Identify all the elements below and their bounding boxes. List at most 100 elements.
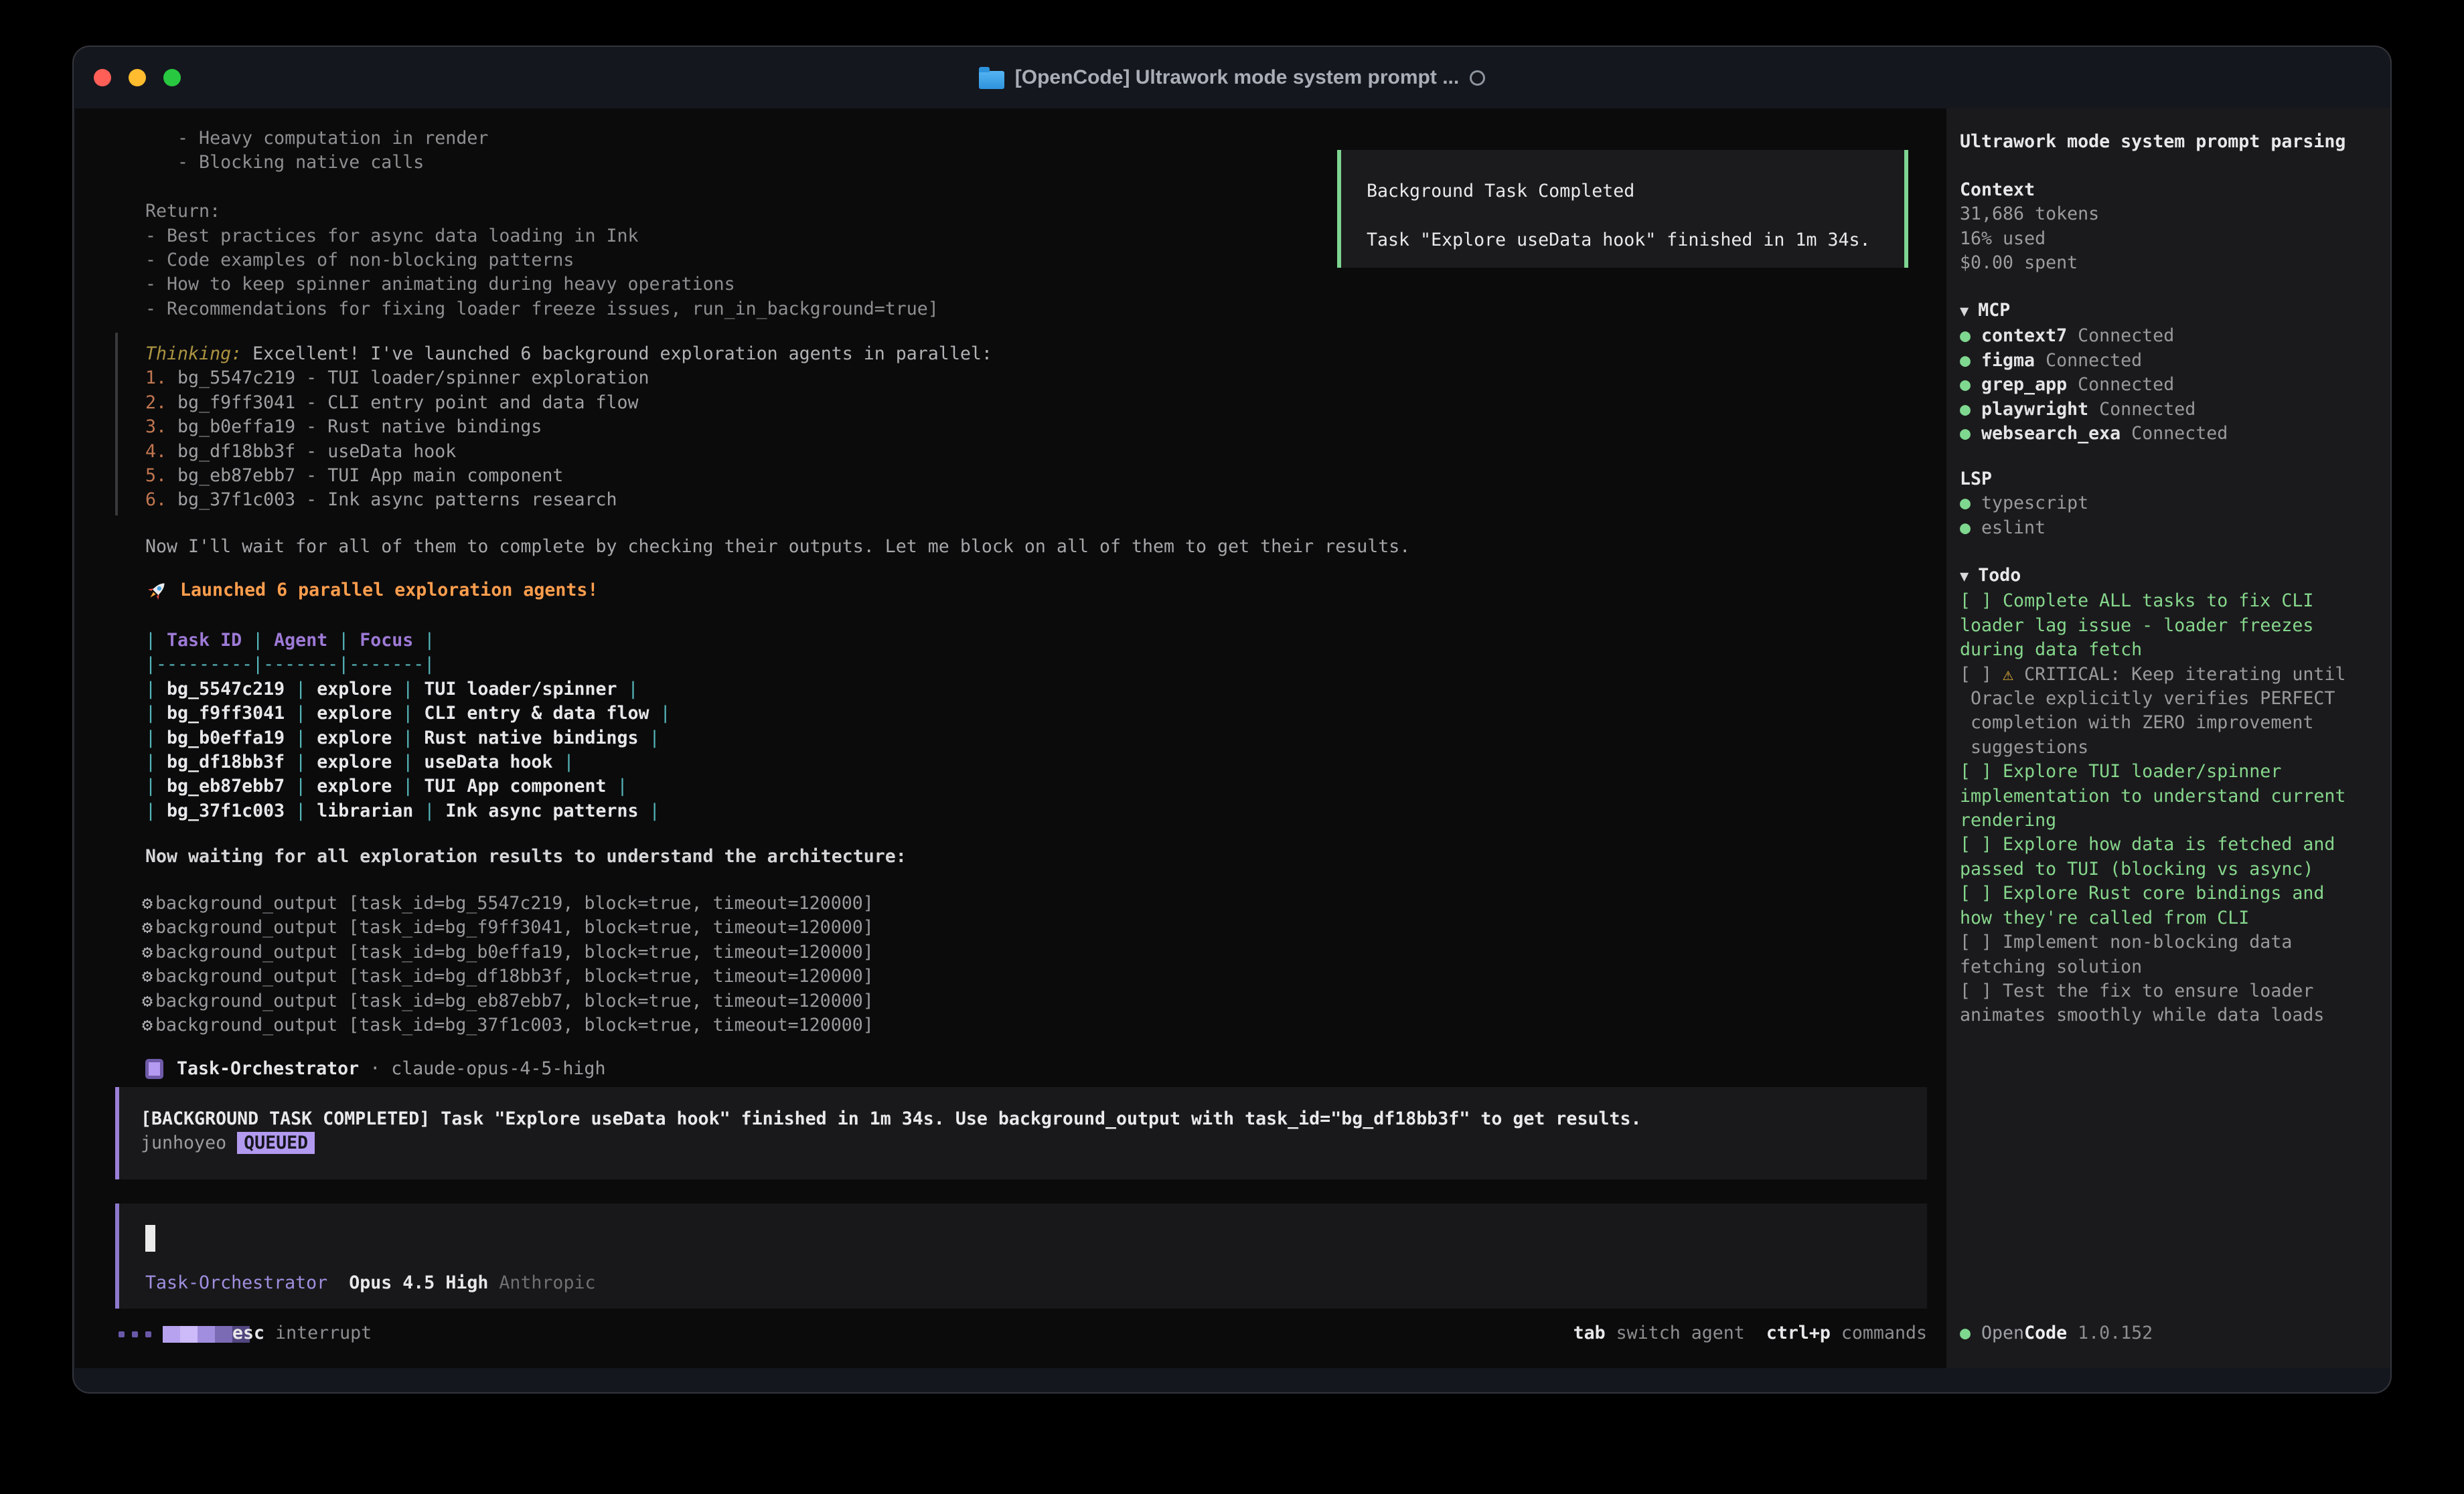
status-dot-icon: ● [1960, 517, 1971, 538]
todo-item: [ ] Explore Rust core bindings and how t… [1960, 882, 2382, 930]
context-used: 16% used [1960, 227, 2099, 251]
rocket-icon [145, 578, 169, 602]
todo-item: [ ] Implement non-blocking data fetching… [1960, 930, 2382, 979]
titlebar[interactable]: [OpenCode] Ultrawork mode system prompt … [74, 47, 2390, 108]
mcp-item: ●websearch_exaConnected [1960, 422, 2228, 446]
tab-label: switch agent [1606, 1323, 1745, 1343]
waiting-text: Now waiting for all exploration results … [145, 845, 907, 869]
table-header-row: | Task ID | Agent | Focus | [145, 629, 671, 653]
keybind-hints: tab switch agent ctrl+p commands [1573, 1321, 1927, 1345]
session-title: Ultrawork mode system prompt parsing [1960, 130, 2345, 154]
agent-name: Task-Orchestrator [177, 1057, 359, 1081]
minimize-button[interactable] [129, 69, 146, 86]
esc-hint: esc interrupt [232, 1321, 372, 1345]
gear-icon: ⚙ [142, 917, 153, 938]
context-section: Context 31,686 tokens 16% used $0.00 spe… [1960, 178, 2099, 276]
status-dot-icon: ● [1960, 493, 1971, 513]
scrollback-text: - Heavy computation in render - Blocking… [145, 127, 939, 321]
status-dot-icon: ● [1960, 1323, 1971, 1343]
prompt-input[interactable]: Task-Orchestrator Opus 4.5 High Anthropi… [115, 1204, 1927, 1309]
thinking-item: 1. bg_5547c219 - TUI loader/spinner expl… [145, 366, 992, 390]
status-dot-icon: ● [1960, 350, 1971, 371]
launch-text: Launched 6 parallel exploration agents! [180, 578, 598, 602]
agent-avatar-icon [145, 1059, 163, 1079]
lsp-item: ●typescript [1960, 491, 2088, 515]
tool-call-line: ⚙background_output [task_id=bg_f9ff3041,… [142, 916, 874, 940]
status-dot-icon: ● [1960, 325, 1971, 346]
brand-code: Code [2024, 1323, 2067, 1343]
mcp-section: ▼MCP ●context7Connected ●figmaConnected … [1960, 299, 2228, 446]
tool-call-line: ⚙background_output [task_id=bg_eb87ebb7,… [142, 989, 874, 1013]
thinking-block: Thinking: Excellent! I've launched 6 bac… [115, 333, 992, 515]
completed-banner: [BACKGROUND TASK COMPLETED] Task "Explor… [115, 1087, 1927, 1179]
table-separator: |---------|-------|-------| [145, 653, 671, 677]
proxy-circle-icon [1470, 70, 1485, 86]
opencode-status: ● OpenCode 1.0.152 [1960, 1321, 2153, 1345]
context-heading: Context [1960, 178, 2099, 202]
zoom-button[interactable] [163, 69, 181, 86]
input-agent-line[interactable]: Task-Orchestrator Opus 4.5 High Anthropi… [145, 1271, 595, 1295]
tab-key: tab [1573, 1323, 1606, 1343]
mcp-item: ●grep_appConnected [1960, 373, 2228, 397]
thinking-intro: Excellent! I've launched 6 background ex… [242, 343, 992, 364]
agent-model: claude-opus-4-5-high [391, 1057, 605, 1081]
tool-call-line: ⚙background_output [task_id=bg_5547c219,… [142, 892, 874, 916]
gear-icon: ⚙ [142, 1015, 153, 1035]
traffic-lights [94, 69, 181, 86]
version-text: 1.0.152 [2078, 1323, 2153, 1343]
mcp-item: ●context7Connected [1960, 324, 2228, 348]
user-name: junhoyeo [141, 1133, 226, 1153]
queued-badge: QUEUED [237, 1132, 315, 1154]
text-cursor [145, 1225, 155, 1252]
ctrlp-key: ctrl+p [1766, 1323, 1831, 1343]
wait-text: Now I'll wait for all of them to complet… [145, 535, 1410, 559]
lsp-section: LSP ●typescript ●eslint [1960, 467, 2088, 540]
window-title: [OpenCode] Ultrawork mode system prompt … [1015, 66, 1459, 90]
terminal-panel[interactable]: - Heavy computation in render - Blocking… [75, 108, 1946, 1368]
thinking-item: 5. bg_eb87ebb7 - TUI App main component [145, 464, 992, 488]
thinking-item: 6. bg_37f1c003 - Ink async patterns rese… [145, 488, 992, 512]
input-provider: Anthropic [499, 1272, 595, 1293]
close-button[interactable] [94, 69, 111, 86]
table-row: | bg_37f1c003 | librarian | Ink async pa… [145, 799, 671, 823]
context-tokens: 31,686 tokens [1960, 202, 2099, 226]
agent-header: Task-Orchestrator · claude-opus-4-5-high [145, 1057, 605, 1081]
tool-call-line: ⚙background_output [task_id=bg_37f1c003,… [142, 1013, 874, 1038]
folder-icon [979, 71, 1004, 89]
esc-key: esc [232, 1323, 264, 1343]
brand-open: Open [1981, 1323, 2024, 1343]
app-window: [OpenCode] Ultrawork mode system prompt … [72, 46, 2392, 1394]
lsp-item: ●eslint [1960, 516, 2088, 540]
thinking-item: 3. bg_b0effa19 - Rust native bindings [145, 415, 992, 439]
mcp-item: ●playwrightConnected [1960, 398, 2228, 422]
tool-calls: ⚙background_output [task_id=bg_5547c219,… [142, 892, 874, 1038]
context-spent: $0.00 spent [1960, 251, 2099, 275]
status-bar: esc interrupt tab switch agent ctrl+p co… [75, 1321, 1946, 1346]
esc-label: interrupt [264, 1323, 372, 1343]
notification-body: Task "Explore useData hook" finished in … [1367, 216, 1904, 264]
todo-item: [ ] Complete ALL tasks to fix CLI loader… [1960, 589, 2382, 662]
todo-heading[interactable]: ▼Todo [1960, 564, 2382, 589]
agent-separator: · [359, 1057, 391, 1081]
mcp-item: ●figmaConnected [1960, 349, 2228, 373]
input-agent-name[interactable]: Task-Orchestrator [145, 1272, 327, 1293]
notification-title: Background Task Completed [1367, 167, 1904, 216]
gear-icon: ⚙ [142, 966, 153, 987]
table-row: | bg_eb87ebb7 | explore | TUI App compon… [145, 774, 671, 799]
notification-toast: Background Task Completed Task "Explore … [1337, 150, 1908, 268]
warning-icon: ⚠ [2003, 664, 2024, 685]
tool-call-line: ⚙background_output [task_id=bg_df18bb3f,… [142, 965, 874, 989]
input-model[interactable]: Opus 4.5 High [349, 1272, 488, 1293]
thinking-item: 2. bg_f9ff3041 - CLI entry point and dat… [145, 391, 992, 415]
mcp-heading[interactable]: ▼MCP [1960, 299, 2228, 324]
ctrlp-label: commands [1831, 1323, 1927, 1343]
task-table: | Task ID | Agent | Focus | |---------|-… [145, 629, 671, 823]
todo-item: [ ] Explore TUI loader/spinner implement… [1960, 760, 2382, 833]
status-dot-icon: ● [1960, 423, 1971, 444]
table-row: | bg_b0effa19 | explore | Rust native bi… [145, 726, 671, 750]
gear-icon: ⚙ [142, 991, 153, 1011]
gear-icon: ⚙ [142, 893, 153, 914]
gear-icon: ⚙ [142, 942, 153, 963]
lsp-heading: LSP [1960, 467, 2088, 491]
status-dot-icon: ● [1960, 399, 1971, 420]
